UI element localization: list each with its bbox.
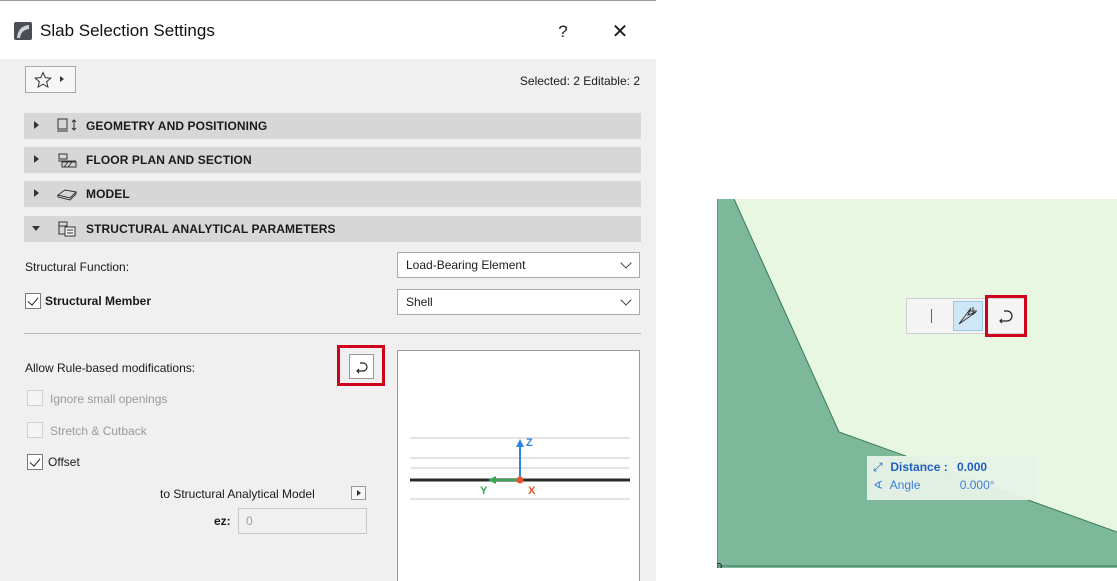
angle-icon: ∢ xyxy=(873,478,884,492)
slab-selection-settings-dialog: Slab Selection Settings ? ✕ Selected: 2 … xyxy=(0,0,656,581)
caret-right-icon xyxy=(357,490,361,496)
expand-arrow-icon xyxy=(34,155,39,163)
floor-plan-canvas[interactable] xyxy=(717,199,1117,568)
angle-label: Angle xyxy=(889,478,921,492)
undo-arrow-icon xyxy=(999,310,1013,324)
checkmark-icon xyxy=(27,294,39,306)
dialog-title: Slab Selection Settings xyxy=(40,21,215,40)
section-geometry-and-positioning[interactable]: GEOMETRY AND POSITIONING xyxy=(24,113,641,139)
slab-drawing xyxy=(717,199,1117,568)
section-title: FLOOR PLAN AND SECTION xyxy=(86,153,252,167)
z-axis-label: Z xyxy=(526,437,533,449)
section-title: MODEL xyxy=(86,187,130,201)
offset-preview: Z Y X xyxy=(397,350,640,581)
angle-row: ∢ Angle 0.000° xyxy=(873,478,995,492)
y-axis-label: Y xyxy=(480,485,488,497)
ez-value: 0 xyxy=(246,514,253,528)
line-tool-button[interactable] xyxy=(917,301,947,331)
ignore-small-openings-label: Ignore small openings xyxy=(50,392,168,406)
expand-arrow-icon xyxy=(34,189,39,197)
expand-arrow-icon xyxy=(34,121,39,129)
section-title: STRUCTURAL ANALYTICAL PARAMETERS xyxy=(86,222,336,236)
close-button[interactable]: ✕ xyxy=(604,19,636,45)
structural-member-checkbox[interactable] xyxy=(25,293,41,309)
ez-label: ez: xyxy=(214,514,231,528)
geometry-icon xyxy=(57,118,77,132)
floor-plan-icon xyxy=(58,153,77,168)
structural-member-dropdown[interactable]: Shell xyxy=(397,289,640,315)
chevron-down-icon xyxy=(620,257,632,269)
star-icon xyxy=(34,71,52,89)
distance-icon: ⤢ xyxy=(873,460,883,474)
favorites-button[interactable] xyxy=(25,66,76,93)
move-cursor-icon xyxy=(958,307,977,325)
checkmark-icon xyxy=(29,455,41,467)
section-title: GEOMETRY AND POSITIONING xyxy=(86,119,268,133)
distance-value[interactable]: 0.000 xyxy=(957,460,987,474)
ez-input[interactable]: 0 xyxy=(238,508,367,534)
undo-arrow-icon xyxy=(356,362,368,374)
section-model[interactable]: MODEL xyxy=(24,181,641,207)
allow-rule-based-label: Allow Rule-based modifications: xyxy=(25,361,196,375)
dropdown-value: Shell xyxy=(406,295,433,309)
to-structural-model-button[interactable] xyxy=(351,486,366,500)
dropdown-value: Load-Bearing Element xyxy=(406,258,526,272)
rule-reset-button[interactable] xyxy=(991,301,1021,331)
selection-count: Selected: 2 Editable: 2 xyxy=(519,74,640,88)
x-axis-label: X xyxy=(528,485,536,497)
angle-value[interactable]: 0.000° xyxy=(960,478,995,492)
ignore-small-openings-checkbox[interactable] xyxy=(27,390,43,406)
stretch-cutback-label: Stretch & Cutback xyxy=(50,424,147,438)
distance-row: ⤢ Distance : 0.000 xyxy=(873,460,987,475)
collapse-arrow-icon xyxy=(32,226,40,231)
to-structural-model-label: to Structural Analytical Model xyxy=(160,487,315,501)
pet-palette xyxy=(906,295,1027,337)
stretch-cutback-checkbox[interactable] xyxy=(27,422,43,438)
section-floor-plan-and-section[interactable]: FLOOR PLAN AND SECTION xyxy=(24,147,641,173)
structural-icon xyxy=(58,221,76,237)
model-icon xyxy=(56,189,78,201)
rule-reset-button[interactable] xyxy=(349,354,374,379)
structural-function-dropdown[interactable]: Load-Bearing Element xyxy=(397,252,640,278)
tracker: ⤢ Distance : 0.000 ∢ Angle 0.000° xyxy=(867,456,1037,500)
title-bar: Slab Selection Settings ? ✕ xyxy=(0,1,656,59)
app-icon xyxy=(14,22,32,40)
offset-label: Offset xyxy=(48,455,80,469)
move-tool-button[interactable] xyxy=(953,301,983,331)
caret-right-icon xyxy=(60,76,64,82)
chevron-down-icon xyxy=(620,294,632,306)
distance-label: Distance : xyxy=(890,460,948,474)
section-structural-analytical-parameters[interactable]: STRUCTURAL ANALYTICAL PARAMETERS xyxy=(24,216,641,242)
structural-function-label: Structural Function: xyxy=(25,260,130,274)
offset-diagram xyxy=(410,437,630,500)
offset-checkbox[interactable] xyxy=(27,454,43,470)
divider xyxy=(24,333,641,334)
help-button[interactable]: ? xyxy=(548,19,578,45)
structural-member-label: Structural Member xyxy=(45,294,152,308)
